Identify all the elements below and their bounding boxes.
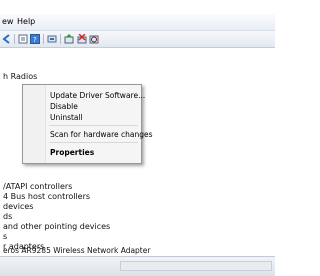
tree-item[interactable]: devices xyxy=(3,202,33,211)
disable-item[interactable]: Disable xyxy=(50,102,78,111)
menu-view[interactable]: ew xyxy=(2,17,13,26)
uninstall-item[interactable]: Uninstall xyxy=(50,113,83,122)
tree-item[interactable]: and other pointing devices xyxy=(3,222,110,231)
toolbar-separator xyxy=(14,34,15,44)
context-menu: Update Driver Software... Disable Uninst… xyxy=(22,84,153,164)
tree-item[interactable]: s xyxy=(3,232,7,241)
back-icon[interactable] xyxy=(2,34,12,44)
horizontal-scrollbar[interactable] xyxy=(120,261,272,271)
properties-icon[interactable] xyxy=(18,34,28,44)
menu-help[interactable]: Help xyxy=(17,17,35,26)
toolbar: ? xyxy=(0,31,275,48)
update-driver-software-item[interactable]: Update Driver Software... xyxy=(50,91,145,100)
svg-text:?: ? xyxy=(33,36,37,44)
uninstall-icon[interactable] xyxy=(77,34,87,44)
menu-bar: ew Help xyxy=(0,14,275,31)
tree-item-wireless-adapter[interactable]: eros AR9285 Wireless Network Adapter xyxy=(3,246,150,255)
update-driver-icon[interactable] xyxy=(64,34,74,44)
context-menu-separator xyxy=(49,142,138,143)
status-bar xyxy=(0,256,275,276)
scan-hardware-icon[interactable] xyxy=(47,34,57,44)
toolbar-separator xyxy=(43,34,44,44)
tree-item[interactable]: ds xyxy=(3,212,12,221)
context-menu-separator xyxy=(49,125,138,126)
properties-item[interactable]: Properties xyxy=(50,148,94,157)
help-icon[interactable]: ? xyxy=(30,34,40,44)
tree-item[interactable]: h Radios xyxy=(3,72,37,81)
tree-item[interactable]: /ATAPI controllers xyxy=(3,182,72,191)
scan-for-hardware-changes-item[interactable]: Scan for hardware changes xyxy=(50,130,153,139)
disable-icon[interactable] xyxy=(89,34,99,44)
tree-item[interactable]: 4 Bus host controllers xyxy=(3,192,90,201)
context-menu-gutter xyxy=(23,85,46,163)
toolbar-separator xyxy=(60,34,61,44)
